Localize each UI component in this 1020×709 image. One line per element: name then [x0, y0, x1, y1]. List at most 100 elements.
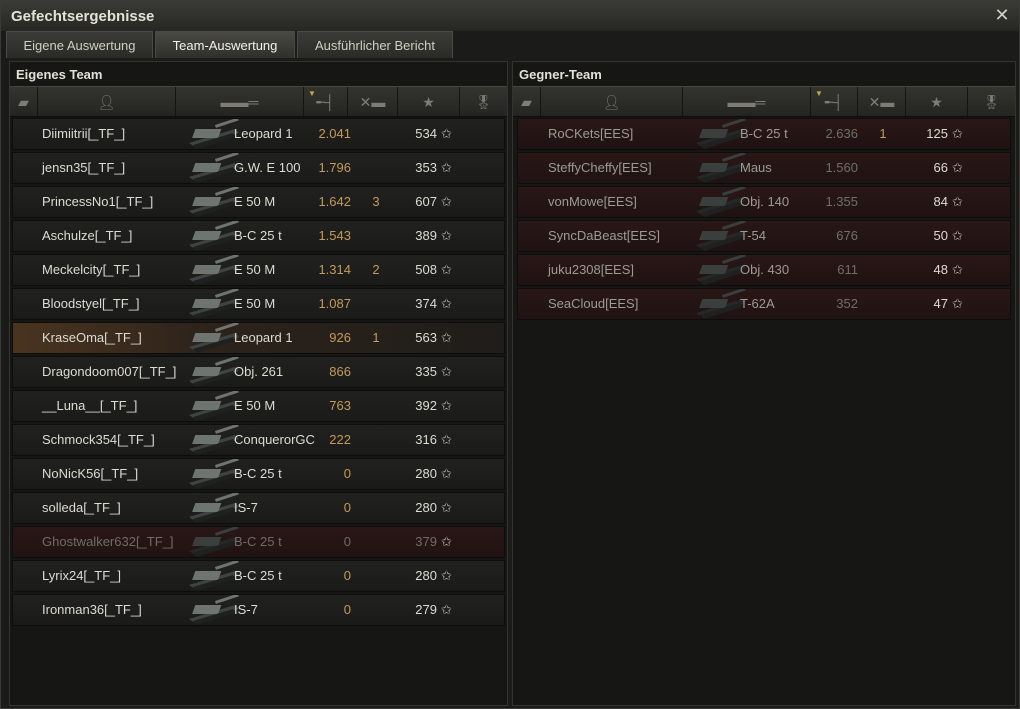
player-row[interactable]: NoNicK56[_TF_] B-C 25 t 0 280 ✩ — [12, 457, 505, 490]
enemy-team-panel: Gegner-Team ▰ 👤︎ ▬▬═ ▼ ╾┤ ✕▬ ★ 🎖︎ RoCKets… — [512, 61, 1016, 706]
player-column[interactable]: 👤︎ — [541, 87, 683, 116]
player-row[interactable]: RoCKets[EES] B-C 25 t 2.636 1 125 ✩ — [517, 117, 1011, 150]
player-row[interactable]: vonMowe[EES] Obj. 140 1.355 84 ✩ — [517, 185, 1011, 218]
player-name: NoNicK56[_TF_] — [42, 466, 139, 481]
xp-star-icon: ✩ — [441, 262, 452, 277]
damage-value: 763 — [329, 398, 351, 413]
window-title: Gefechtsergebnisse — [11, 8, 155, 25]
platoon-column[interactable]: ▰ — [10, 87, 38, 116]
tank-name: Obj. 261 — [234, 364, 284, 379]
xp-value: 335 — [415, 364, 437, 379]
damage-value: 1.642 — [318, 194, 351, 209]
tank-name: E 50 M — [234, 262, 276, 277]
xp-value: 280 — [415, 568, 437, 583]
title-bar[interactable]: Gefechtsergebnisse ✕ — [1, 1, 1019, 31]
player-row[interactable]: jensn35[_TF_] G.W. E 100 1.796 353 ✩ — [12, 151, 505, 184]
player-name: Diimiitrii[_TF_] — [42, 126, 126, 141]
xp-star-icon: ✩ — [441, 296, 452, 311]
tank-name: T-54 — [740, 228, 767, 243]
xp-value: 374 — [415, 296, 437, 311]
damage-value: 0 — [343, 568, 351, 583]
player-name: RoCKets[EES] — [548, 126, 634, 141]
player-row[interactable]: SteffyCheffy[EES] Maus 1.560 66 ✩ — [517, 151, 1011, 184]
xp-star-icon: ✩ — [441, 568, 452, 583]
player-row[interactable]: Diimiitrii[_TF_] Leopard 1 2.041 534 ✩ — [12, 117, 505, 150]
player-name: SteffyCheffy[EES] — [548, 160, 652, 175]
player-row[interactable]: SyncDaBeast[EES] T-54 676 50 ✩ — [517, 219, 1011, 252]
close-icon[interactable]: ✕ — [993, 6, 1011, 24]
damage-icon: ╾┤ — [824, 93, 844, 110]
tab-eigene-auswertung[interactable]: Eigene Auswertung — [6, 31, 153, 58]
tank-name: IS-7 — [234, 602, 258, 617]
xp-star-icon: ✩ — [441, 466, 452, 481]
kills-column[interactable]: ✕▬ — [858, 87, 906, 116]
kills-value — [859, 187, 907, 217]
platoon-icon: ▰ — [18, 93, 29, 110]
damage-value: 676 — [836, 228, 858, 243]
xp-value: 84 — [933, 194, 948, 209]
damage-value: 2.041 — [318, 126, 351, 141]
tank-name: E 50 M — [234, 194, 276, 209]
player-row[interactable]: solleda[_TF_] IS-7 0 280 ✩ — [12, 491, 505, 524]
xp-star-icon: ✩ — [952, 262, 963, 277]
medal-column[interactable]: 🎖︎ — [460, 87, 507, 116]
tank-name: T-62A — [740, 296, 775, 311]
player-row[interactable]: Bloodstyel[_TF_] E 50 M 1.087 374 ✩ — [12, 287, 505, 320]
player-row[interactable]: KraseOma[_TF_] Leopard 1 926 1 563 ✩ — [12, 321, 505, 354]
xp-star-icon: ✩ — [952, 126, 963, 141]
player-row[interactable]: Ghostwalker632[_TF_] B-C 25 t 0 379 ✩ — [12, 525, 505, 558]
kills-value — [859, 221, 907, 251]
enemy-team-column-header: ▰ 👤︎ ▬▬═ ▼ ╾┤ ✕▬ ★ 🎖︎ — [513, 86, 1015, 117]
player-row[interactable]: SeaCloud[EES] T-62A 352 47 ✩ — [517, 287, 1011, 320]
kills-icon: ✕▬ — [868, 93, 895, 110]
xp-star-icon: ✩ — [441, 228, 452, 243]
damage-value: 866 — [329, 364, 351, 379]
damage-value: 0 — [343, 602, 351, 617]
player-row[interactable]: Lyrix24[_TF_] B-C 25 t 0 280 ✩ — [12, 559, 505, 592]
xp-star-icon: ✩ — [441, 126, 452, 141]
tab-ausfuehrlicher-bericht[interactable]: Ausführlicher Bericht — [297, 31, 453, 58]
player-icon: 👤︎ — [97, 93, 116, 110]
enemy-team-title: Gegner-Team — [519, 67, 602, 82]
kills-icon: ✕▬ — [359, 93, 386, 110]
own-team-panel: Eigenes Team ▰ 👤︎ ▬▬═ ▼ ╾┤ ✕▬ ★ 🎖︎ Diimii… — [9, 61, 508, 706]
xp-star-icon: ✩ — [952, 228, 963, 243]
xp-star-icon: ✩ — [441, 364, 452, 379]
tank-column[interactable]: ▬▬═ — [683, 87, 811, 116]
kills-value — [859, 255, 907, 285]
xp-value: 392 — [415, 398, 437, 413]
damage-value: 222 — [329, 432, 351, 447]
kills-column[interactable]: ✕▬ — [348, 87, 398, 116]
player-name: KraseOma[_TF_] — [42, 330, 142, 345]
player-row[interactable]: Aschulze[_TF_] B-C 25 t 1.543 389 ✩ — [12, 219, 505, 252]
player-name: Lyrix24[_TF_] — [42, 568, 121, 583]
player-row[interactable]: __Luna__[_TF_] E 50 M 763 392 ✩ — [12, 389, 505, 422]
platoon-column[interactable]: ▰ — [513, 87, 541, 116]
player-name: PrincessNo1[_TF_] — [42, 194, 154, 209]
player-row[interactable]: Schmock354[_TF_] ConquerorGC 222 316 ✩ — [12, 423, 505, 456]
xp-star-icon: ✩ — [952, 160, 963, 175]
player-name: Aschulze[_TF_] — [42, 228, 133, 243]
xp-star-icon: ✩ — [952, 194, 963, 209]
kills-value — [859, 153, 907, 183]
player-row[interactable]: Dragondoom007[_TF_] Obj. 261 866 335 ✩ — [12, 355, 505, 388]
damage-value: 0 — [343, 534, 351, 549]
own-team-title: Eigenes Team — [16, 67, 103, 82]
xp-star-icon: ✩ — [441, 330, 452, 345]
xp-column[interactable]: ★ — [398, 87, 460, 116]
tank-name: G.W. E 100 — [234, 160, 301, 175]
damage-icon: ╾┤ — [316, 93, 335, 110]
tank-column[interactable]: ▬▬═ — [176, 87, 304, 116]
xp-value: 353 — [415, 160, 437, 175]
damage-column[interactable]: ▼ ╾┤ — [304, 87, 348, 116]
tab-team-auswertung[interactable]: Team-Auswertung — [155, 31, 295, 58]
medal-column[interactable]: 🎖︎ — [968, 87, 1015, 116]
player-row[interactable]: PrincessNo1[_TF_] E 50 M 1.642 3 607 ✩ — [12, 185, 505, 218]
player-row[interactable]: Meckelcity[_TF_] E 50 M 1.314 2 508 ✩ — [12, 253, 505, 286]
xp-column[interactable]: ★ — [906, 87, 968, 116]
player-row[interactable]: juku2308[EES] Obj. 430 611 48 ✩ — [517, 253, 1011, 286]
damage-column[interactable]: ▼ ╾┤ — [811, 87, 858, 116]
xp-value: 280 — [415, 500, 437, 515]
player-row[interactable]: Ironman36[_TF_] IS-7 0 279 ✩ — [12, 593, 505, 626]
player-column[interactable]: 👤︎ — [38, 87, 176, 116]
